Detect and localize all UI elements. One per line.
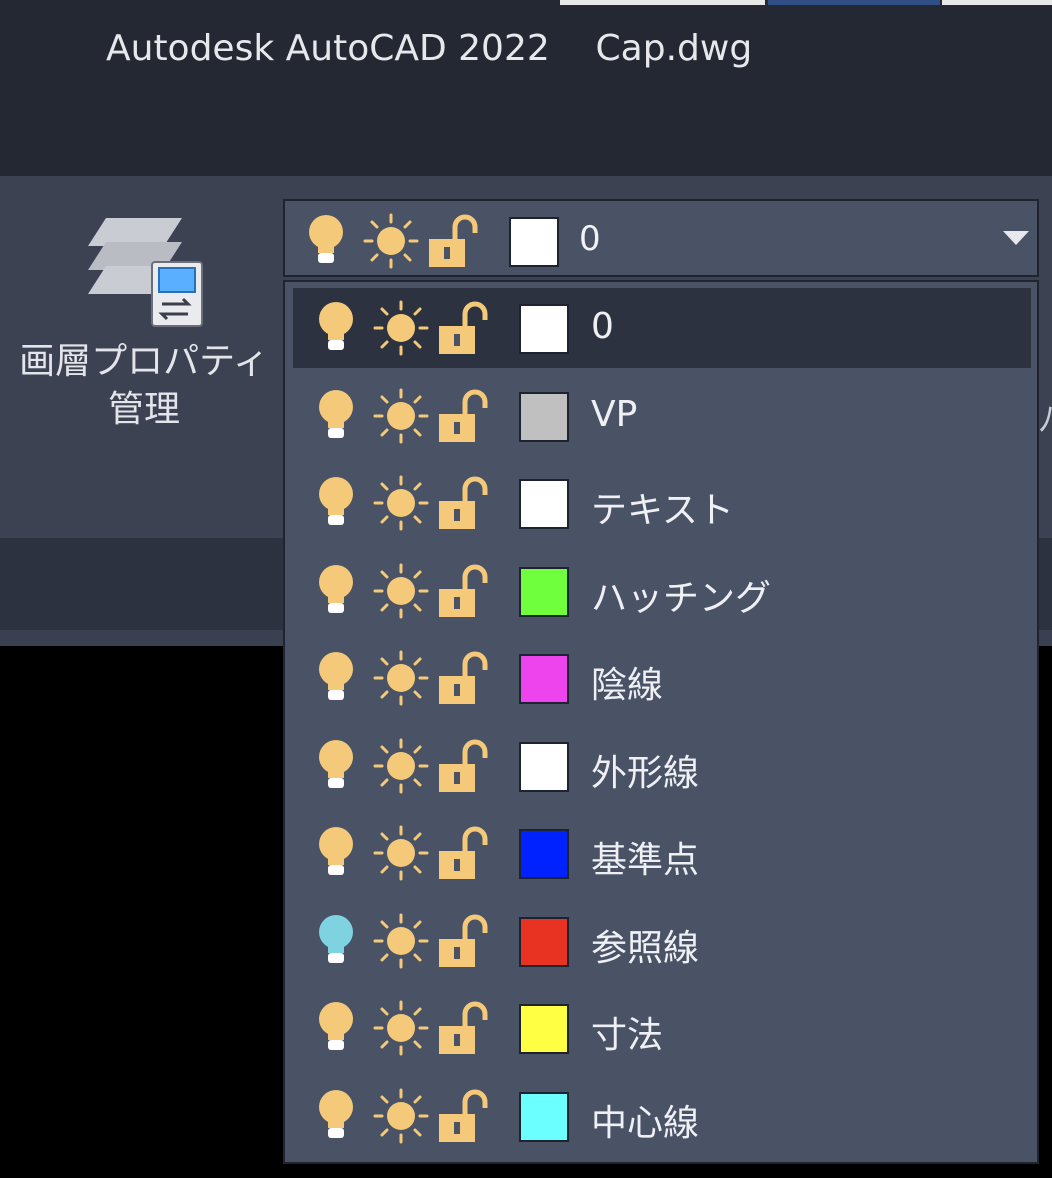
layer-name: 寸法 <box>591 1015 664 1056</box>
layer-color-swatch[interactable] <box>519 479 569 529</box>
unlock-icon[interactable] <box>437 913 493 969</box>
layer-color-swatch[interactable] <box>519 304 569 354</box>
layer-name: 中心線 <box>591 1102 700 1144</box>
layer-list-item[interactable]: 0 <box>293 288 1031 368</box>
unlock-icon[interactable] <box>437 300 493 356</box>
layer-name: 参照線 <box>591 927 700 969</box>
layer-color-swatch[interactable] <box>519 566 569 617</box>
layer-list-item[interactable]: 陰線 <box>293 638 1031 718</box>
bulb-on-icon[interactable] <box>313 1088 359 1144</box>
layer-name: ハッチング <box>591 577 772 619</box>
bulb-on-icon[interactable] <box>313 1000 359 1056</box>
layer-name: 基準点 <box>591 840 700 881</box>
layer-color-swatch[interactable] <box>509 217 559 267</box>
layer-list-item[interactable]: ハッチング <box>293 551 1031 631</box>
unlock-icon[interactable] <box>437 738 493 794</box>
sun-icon[interactable] <box>373 825 429 881</box>
layer-color-swatch[interactable] <box>519 1091 569 1142</box>
layer-properties-label: 画層プロパティ 管理 <box>19 341 269 430</box>
unlock-icon[interactable] <box>437 1088 493 1144</box>
layer-color-swatch[interactable] <box>519 391 569 442</box>
sun-icon[interactable] <box>373 738 429 794</box>
layer-color-swatch[interactable] <box>519 741 569 792</box>
layer-list-item[interactable]: 基準点 <box>293 813 1031 893</box>
chevron-down-icon[interactable] <box>1003 231 1029 247</box>
sun-icon[interactable] <box>363 213 419 269</box>
layer-name: 陰線 <box>591 665 664 706</box>
layer-color-swatch[interactable] <box>519 1004 569 1054</box>
bulb-on-icon[interactable] <box>313 300 359 356</box>
layer-list-item[interactable]: 外形線 <box>293 726 1031 806</box>
bulb-off-icon[interactable] <box>313 913 359 969</box>
sun-icon[interactable] <box>373 300 429 356</box>
layer-name: テキスト <box>591 490 734 531</box>
bulb-on-icon[interactable] <box>313 825 359 881</box>
bulb-on-icon[interactable] <box>313 563 359 619</box>
layer-dropdown-list: 0 VP テキスト ハッチング 陰線 外形線 基準点 参照線 寸法 中心線 <box>283 280 1039 1164</box>
sun-icon[interactable] <box>373 650 429 706</box>
layer-list-item[interactable]: 中心線 <box>293 1076 1031 1156</box>
autocad-window: Autodesk AutoCAD 2022 Cap.dwg 画層プロパティ 管理… <box>0 0 1052 1178</box>
layer-color-swatch[interactable] <box>519 829 569 879</box>
unlock-icon[interactable] <box>437 650 493 706</box>
layer-list-item[interactable]: 参照線 <box>293 901 1031 981</box>
unlock-icon[interactable] <box>437 563 493 619</box>
bulb-on-icon[interactable] <box>303 213 349 269</box>
sun-icon[interactable] <box>373 1000 429 1056</box>
unlock-icon[interactable] <box>437 388 493 444</box>
sun-icon[interactable] <box>373 563 429 619</box>
bulb-on-icon[interactable] <box>313 388 359 444</box>
layer-name: 0 <box>591 306 614 347</box>
sun-icon[interactable] <box>373 1088 429 1144</box>
layer-list-item[interactable]: VP <box>293 376 1031 456</box>
window-title: Autodesk AutoCAD 2022 Cap.dwg <box>106 28 753 69</box>
layer-color-swatch[interactable] <box>519 654 569 704</box>
layer-combo[interactable]: 0 <box>283 199 1039 277</box>
layer-color-swatch[interactable] <box>519 916 569 967</box>
layer-list-item[interactable]: 寸法 <box>293 988 1031 1068</box>
current-layer-name: 0 <box>579 219 601 259</box>
bulb-on-icon[interactable] <box>313 738 359 794</box>
adjacent-ribbon-label: ﾉ <box>1038 400 1052 440</box>
unlock-icon[interactable] <box>437 825 493 881</box>
bulb-on-icon[interactable] <box>313 475 359 531</box>
layer-name: 外形線 <box>591 752 700 794</box>
bulb-on-icon[interactable] <box>313 650 359 706</box>
unlock-icon[interactable] <box>437 1000 493 1056</box>
sun-icon[interactable] <box>373 475 429 531</box>
layer-list-item[interactable]: テキスト <box>293 463 1031 543</box>
layer-properties-icon <box>88 218 203 327</box>
layer-name: VP <box>591 393 638 435</box>
unlock-icon[interactable] <box>437 475 493 531</box>
sun-icon[interactable] <box>373 913 429 969</box>
title-bar: Autodesk AutoCAD 2022 Cap.dwg <box>0 6 1052 176</box>
layer-properties-button[interactable]: 画層プロパティ 管理 <box>10 200 278 450</box>
unlock-icon[interactable] <box>427 213 483 269</box>
sun-icon[interactable] <box>373 388 429 444</box>
